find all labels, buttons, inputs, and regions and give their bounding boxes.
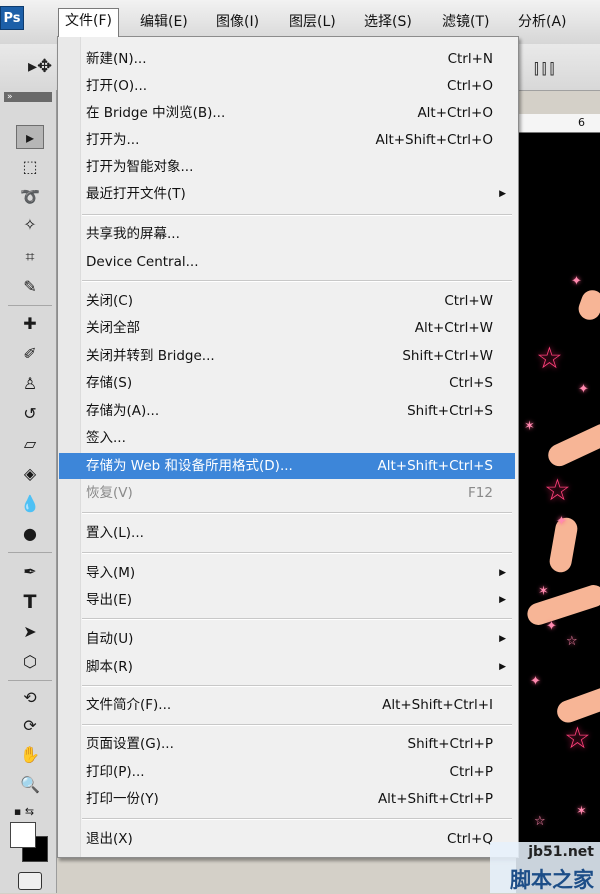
site-watermark: jb51.net 脚本之家 xyxy=(490,842,600,893)
menu-item-close-all[interactable]: 关闭全部 Alt+Ctrl+W xyxy=(59,315,515,341)
menu-item-open-as[interactable]: 打开为... Alt+Shift+Ctrl+O xyxy=(59,127,515,153)
horizontal-ruler: 6 xyxy=(516,114,600,133)
menu-item-new[interactable]: 新建(N)... Ctrl+N xyxy=(59,46,515,72)
canvas-star: ☆ xyxy=(564,721,591,756)
menu-select[interactable]: 选择(S) xyxy=(358,10,418,34)
menu-image[interactable]: 图像(I) xyxy=(210,10,265,34)
menu-item-import[interactable]: 导入(M) ▶ xyxy=(59,560,515,586)
canvas-stroke xyxy=(554,684,600,726)
canvas-sparkle: ✦ xyxy=(546,619,557,634)
menu-item-print-one-copy[interactable]: 打印一份(Y) Alt+Shift+Ctrl+P xyxy=(59,786,515,812)
canvas-sparkle: ✦ xyxy=(578,382,589,397)
move-tool-icon[interactable]: ▸ xyxy=(16,125,44,149)
paint-bucket-icon[interactable]: ◈ xyxy=(16,462,44,486)
menu-item-save-as[interactable]: 存储为(A)... Shift+Ctrl+S xyxy=(59,398,515,424)
tool-divider xyxy=(8,680,52,681)
menu-item-export[interactable]: 导出(E) ▶ xyxy=(59,587,515,613)
submenu-arrow-icon: ▶ xyxy=(499,568,506,578)
canvas-sparkle: ☆ xyxy=(534,814,546,829)
menu-item-automate[interactable]: 自动(U) ▶ xyxy=(59,626,515,652)
menu-item-revert: 恢复(V) F12 xyxy=(86,485,493,501)
tool-divider xyxy=(8,305,52,306)
path-select-icon[interactable]: ➤ xyxy=(16,620,44,644)
tools-palette-header[interactable]: » xyxy=(4,92,52,102)
canvas-sparkle: ☆ xyxy=(566,634,578,649)
menu-item-exit[interactable]: 退出(X) Ctrl+Q xyxy=(59,826,515,852)
menu-filter[interactable]: 滤镜(T) xyxy=(436,10,495,34)
canvas-stroke xyxy=(544,420,600,470)
menu-item-close[interactable]: 关闭(C) Ctrl+W xyxy=(59,288,515,314)
canvas-sparkle: ✶ xyxy=(538,584,549,599)
zoom-tool-icon[interactable]: 🔍 xyxy=(16,773,44,797)
menu-item-page-setup[interactable]: 页面设置(G)... Shift+Ctrl+P xyxy=(59,731,515,757)
align-icons[interactable]: ⫿⫿⫿ xyxy=(534,60,557,78)
menu-item-open[interactable]: 打开(O)... Ctrl+O xyxy=(59,73,515,99)
eraser-tool-icon[interactable]: ▱ xyxy=(16,432,44,456)
menu-item-print[interactable]: 打印(P)... Ctrl+P xyxy=(59,759,515,785)
menu-item-close-and-go-to-bridge[interactable]: 关闭并转到 Bridge... Shift+Ctrl+W xyxy=(59,343,515,369)
clone-stamp-icon[interactable]: ♙ xyxy=(16,372,44,396)
marquee-tool-icon[interactable]: ⬚ xyxy=(16,155,44,179)
menu-item-check-in[interactable]: 签入... xyxy=(59,425,515,451)
dodge-tool-icon[interactable]: ● xyxy=(16,522,44,546)
brush-tool-icon[interactable]: ✐ xyxy=(16,342,44,366)
menu-file[interactable]: 文件(F) xyxy=(58,8,119,37)
submenu-arrow-icon: ▶ xyxy=(499,662,506,672)
blur-tool-icon[interactable]: 💧 xyxy=(16,492,44,516)
menu-separator xyxy=(82,512,512,514)
eyedropper-icon[interactable]: ✎ xyxy=(16,275,44,299)
tool-divider xyxy=(8,552,52,553)
document-canvas[interactable]: ☆ ☆ ☆ ✦ ✦ ✶ ✦ ✶ ✦ ☆ ✦ ✶ ☆ xyxy=(516,114,600,893)
menu-item-share-screen[interactable]: 共享我的屏幕... xyxy=(59,221,515,247)
menu-item-device-central[interactable]: Device Central... xyxy=(59,249,515,275)
canvas-sparkle: ✦ xyxy=(530,674,541,689)
menu-layer[interactable]: 图层(L) xyxy=(283,10,342,34)
hand-tool-icon[interactable]: ✋ xyxy=(16,743,44,767)
canvas-sparkle: ✶ xyxy=(524,419,535,434)
menu-separator xyxy=(82,214,512,216)
menu-edit[interactable]: 编辑(E) xyxy=(134,10,194,34)
menu-item-save[interactable]: 存储(S) Ctrl+S xyxy=(59,370,515,396)
canvas-star: ☆ xyxy=(536,341,563,376)
pen-tool-icon[interactable]: ✒ xyxy=(16,560,44,584)
3d-orbit-icon[interactable]: ⟳ xyxy=(16,714,44,738)
canvas-sparkle: ✶ xyxy=(576,804,587,819)
lasso-tool-icon[interactable]: ➰ xyxy=(16,185,44,209)
menu-analysis[interactable]: 分析(A) xyxy=(512,10,573,34)
menu-item-recent-files[interactable]: 最近打开文件(T) ▶ xyxy=(59,181,515,207)
photoshop-logo: Ps xyxy=(0,6,24,30)
menu-item-scripts[interactable]: 脚本(R) ▶ xyxy=(59,654,515,680)
file-menu-dropdown: 新建(N)... Ctrl+N 打开(O)... Ctrl+O 在 Bridge 中… xyxy=(57,36,519,858)
menu-item-browse-in-bridge[interactable]: 在 Bridge 中浏览(B)... Alt+Ctrl+O xyxy=(59,100,515,126)
menu-separator xyxy=(82,818,512,820)
swap-colors-icon[interactable]: ▪ ⇆ xyxy=(10,800,38,824)
shape-tool-icon[interactable]: ⬡ xyxy=(16,650,44,674)
menu-separator xyxy=(82,724,512,726)
submenu-arrow-icon: ▶ xyxy=(499,634,506,644)
submenu-arrow-icon: ▶ xyxy=(499,189,506,199)
healing-brush-icon[interactable]: ✚ xyxy=(16,312,44,336)
type-tool-icon[interactable]: T xyxy=(16,590,44,614)
canvas-sparkle: ✦ xyxy=(556,514,567,529)
canvas-stroke xyxy=(524,582,600,628)
3d-rotate-icon[interactable]: ⟲ xyxy=(16,686,44,710)
canvas-star: ☆ xyxy=(544,473,571,508)
menu-item-place[interactable]: 置入(L)... xyxy=(59,520,515,546)
menu-item-save-for-web[interactable]: 存储为 Web 和设备所用格式(D)... Alt+Shift+Ctrl+S xyxy=(59,453,515,479)
menu-item-file-info[interactable]: 文件简介(F)... Alt+Shift+Ctrl+I xyxy=(59,692,515,718)
menu-separator xyxy=(82,618,512,620)
move-tool-icon[interactable]: ▸✥ xyxy=(28,56,52,77)
menu-separator xyxy=(82,552,512,554)
foreground-color-swatch[interactable] xyxy=(10,822,36,848)
magic-wand-icon[interactable]: ✧ xyxy=(16,213,44,237)
history-brush-icon[interactable]: ↺ xyxy=(16,402,44,426)
menu-separator xyxy=(82,685,512,687)
canvas-stroke xyxy=(575,287,600,323)
crop-tool-icon[interactable]: ⌗ xyxy=(16,245,44,269)
menu-separator xyxy=(82,280,512,282)
menu-item-open-as-smart-object[interactable]: 打开为智能对象... xyxy=(59,154,515,180)
quick-mask-button[interactable] xyxy=(18,872,42,890)
submenu-arrow-icon: ▶ xyxy=(499,595,506,605)
canvas-sparkle: ✦ xyxy=(571,274,582,289)
